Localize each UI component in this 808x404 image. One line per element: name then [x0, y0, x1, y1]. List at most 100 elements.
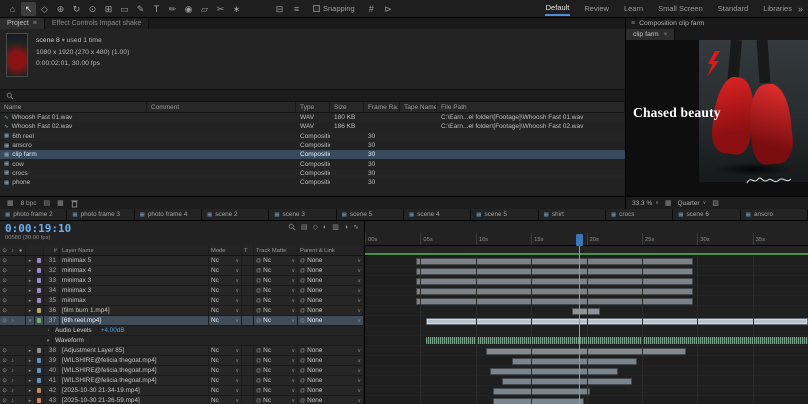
- workspace-tab-standard[interactable]: Standard: [717, 2, 749, 15]
- parent-dropdown[interactable]: @ None ∨: [298, 306, 364, 315]
- pickwhip-icon[interactable]: @: [256, 318, 261, 324]
- project-row[interactable]: ▦cowComposition30: [0, 159, 625, 168]
- frame-blending-icon[interactable]: ▥: [332, 223, 339, 231]
- work-area-strip[interactable]: [365, 246, 808, 256]
- workspace-tab-default[interactable]: Default: [544, 1, 571, 16]
- project-row[interactable]: ▦crocsComposition30: [0, 168, 625, 179]
- twirl-arrow-icon[interactable]: ▸: [26, 266, 35, 275]
- parent-dropdown[interactable]: @ None ∨: [298, 276, 364, 285]
- layer-duration-bar[interactable]: [493, 387, 590, 395]
- type-tool-icon[interactable]: T: [149, 2, 164, 16]
- collapse-transformations-toggle[interactable]: [242, 256, 254, 265]
- parent-dropdown[interactable]: @ None ∨: [298, 356, 364, 365]
- bit-depth[interactable]: 8 bpc: [21, 200, 37, 207]
- project-row[interactable]: ▦anscroComposition30: [0, 141, 625, 150]
- draft-3d-icon[interactable]: ◇: [313, 223, 318, 231]
- timeline-comp-tab-7[interactable]: ▦ scene 4: [403, 209, 472, 220]
- layer-track[interactable]: [365, 376, 808, 386]
- timeline-comp-tab-12[interactable]: ▦ anscro: [740, 209, 808, 220]
- playhead-handle[interactable]: [576, 234, 584, 246]
- collapse-transformations-toggle[interactable]: [242, 366, 254, 375]
- layer-track[interactable]: [365, 356, 808, 366]
- current-timecode[interactable]: 0:00:19:10: [5, 222, 71, 235]
- item-usage[interactable]: used 1 time: [67, 37, 102, 44]
- project-row[interactable]: ∿ Whoosh Fast 01.wav WAV 180 KB C:\Earn...el…: [0, 113, 625, 123]
- parent-dropdown[interactable]: @ None ∨: [298, 286, 364, 295]
- close-icon[interactable]: ×: [664, 32, 668, 38]
- layer-duration-bar[interactable]: [502, 377, 632, 385]
- column-header[interactable]: Frame Ra..: [364, 102, 400, 112]
- layer-duration-bar[interactable]: [572, 307, 600, 315]
- safe-guides-icon[interactable]: ▦: [665, 199, 672, 207]
- workspace-tab-learn[interactable]: Learn: [623, 2, 644, 15]
- twirl-arrow-icon[interactable]: ▸: [26, 396, 35, 404]
- layer-color-label[interactable]: [37, 288, 41, 293]
- matte-dropdown[interactable]: @ Nc ∨: [254, 346, 298, 355]
- layer-track[interactable]: [365, 366, 808, 376]
- mode-dropdown[interactable]: Nc ∨: [209, 386, 242, 395]
- parent-link-column-header[interactable]: Parent & Link: [298, 246, 364, 255]
- layer-name-column-header[interactable]: Layer Name: [60, 246, 209, 255]
- visibility-eye-icon[interactable]: ⊙: [1, 278, 8, 284]
- mode-dropdown[interactable]: Nc ∨: [209, 396, 242, 404]
- twirl-arrow-icon[interactable]: ▸: [26, 386, 35, 395]
- selection-tool-icon[interactable]: ↖: [21, 1, 36, 16]
- collapse-transformations-toggle[interactable]: [242, 386, 254, 395]
- parent-dropdown[interactable]: @ None ∨: [298, 386, 364, 395]
- parent-dropdown[interactable]: @ None ∨: [298, 376, 364, 385]
- matte-dropdown[interactable]: @ Nc ∨: [254, 386, 298, 395]
- audio-speaker-icon[interactable]: ♪: [9, 378, 16, 384]
- layer-row[interactable]: ⊙ ▸ 34 minimax 3 Nc ∨ @ Nc ∨ @ None ∨: [0, 286, 808, 296]
- visibility-eye-icon[interactable]: ⊙: [1, 368, 8, 374]
- project-row[interactable]: ∿ Whoosh Fast 02.wav WAV 186 KB C:\Earn...el…: [0, 122, 625, 131]
- pickwhip-icon[interactable]: @: [300, 258, 305, 264]
- layer-track[interactable]: [365, 316, 808, 326]
- visibility-eye-icon[interactable]: ⊙: [1, 288, 8, 294]
- layer-duration-bar[interactable]: [415, 277, 693, 285]
- orbit-camera-tool-icon[interactable]: ↻: [69, 2, 84, 16]
- layer-row[interactable]: ⊙ ▸ 31 minimax 5 Nc ∨ @ Nc ∨ @ None ∨: [0, 256, 808, 266]
- composition-mini-flowchart-icon[interactable]: ▤: [301, 223, 308, 231]
- matte-dropdown[interactable]: @ Nc ∨: [254, 316, 298, 325]
- layer-duration-bar[interactable]: [415, 257, 693, 265]
- roto-brush-tool-icon[interactable]: ✂: [213, 2, 228, 16]
- more-workspaces-icon[interactable]: »: [798, 4, 803, 14]
- pan-camera-tool-icon[interactable]: ⊙: [85, 2, 100, 16]
- visibility-eye-icon[interactable]: ⊙: [1, 348, 8, 354]
- new-composition-icon[interactable]: ▦: [57, 199, 64, 207]
- timeline-comp-tab-6[interactable]: ▦ scene 5: [336, 209, 404, 220]
- pickwhip-icon[interactable]: @: [300, 368, 305, 374]
- layer-track[interactable]: [365, 266, 808, 276]
- magnification-dropdown[interactable]: 33.3 % ∨: [632, 200, 659, 207]
- mode-dropdown[interactable]: Nc ∨: [209, 346, 242, 355]
- pan-behind-tool-icon[interactable]: ⊞: [101, 2, 116, 16]
- timeline-comp-tab-9[interactable]: ▦ shirt: [538, 209, 606, 220]
- layer-row[interactable]: ⊙ ▸ 33 minimax 3 Nc ∨ @ Nc ∨ @ None ∨: [0, 276, 808, 286]
- layer-duration-bar[interactable]: [490, 367, 618, 375]
- visibility-eye-icon[interactable]: ⊙: [1, 308, 8, 314]
- workspace-tab-review[interactable]: Review: [583, 2, 610, 15]
- property-row[interactable]: ▾ Waveform: [0, 336, 808, 346]
- layer-row[interactable]: ⊙ ▸ 38 [Adjustment Layer 85] Nc ∨ @ Nc ∨ @ None ∨: [0, 346, 808, 356]
- preview-options-icon[interactable]: ⊳: [381, 2, 396, 16]
- delete-item-icon[interactable]: [71, 199, 78, 208]
- collapse-transformations-toggle[interactable]: [242, 266, 254, 275]
- property-row[interactable]: ◔ Audio Levels +4.00dB: [0, 326, 808, 336]
- layer-row[interactable]: ⊙ ♪ ▾ 37 [6th reel.mp4] Nc ∨ @ Nc ∨ @ None ∨: [0, 316, 808, 326]
- layer-track[interactable]: [365, 276, 808, 286]
- column-header[interactable]: Name: [0, 102, 147, 112]
- twirl-arrow-icon[interactable]: ▾: [44, 336, 53, 345]
- t-column-header[interactable]: T: [242, 246, 254, 255]
- layer-duration-bar[interactable]: [415, 267, 693, 275]
- layer-color-label[interactable]: [37, 358, 41, 363]
- parent-dropdown[interactable]: @ None ∨: [298, 296, 364, 305]
- parent-dropdown[interactable]: @ None ∨: [298, 266, 364, 275]
- layer-duration-bar[interactable]: [415, 297, 693, 305]
- layer-duration-bar[interactable]: [425, 317, 808, 325]
- motion-blur-icon[interactable]: ◑: [344, 224, 348, 231]
- collapse-transformations-toggle[interactable]: [242, 316, 254, 325]
- timeline-comp-tab-4[interactable]: ▦ scene 2: [201, 209, 270, 220]
- layer-row[interactable]: ⊙ ♪ ▸ 40 [WILSHIRE@felicia thegoat.mp4] Nc ∨ @ N…: [0, 366, 808, 376]
- layer-color-label[interactable]: [37, 398, 41, 403]
- layer-color-label[interactable]: [37, 308, 41, 313]
